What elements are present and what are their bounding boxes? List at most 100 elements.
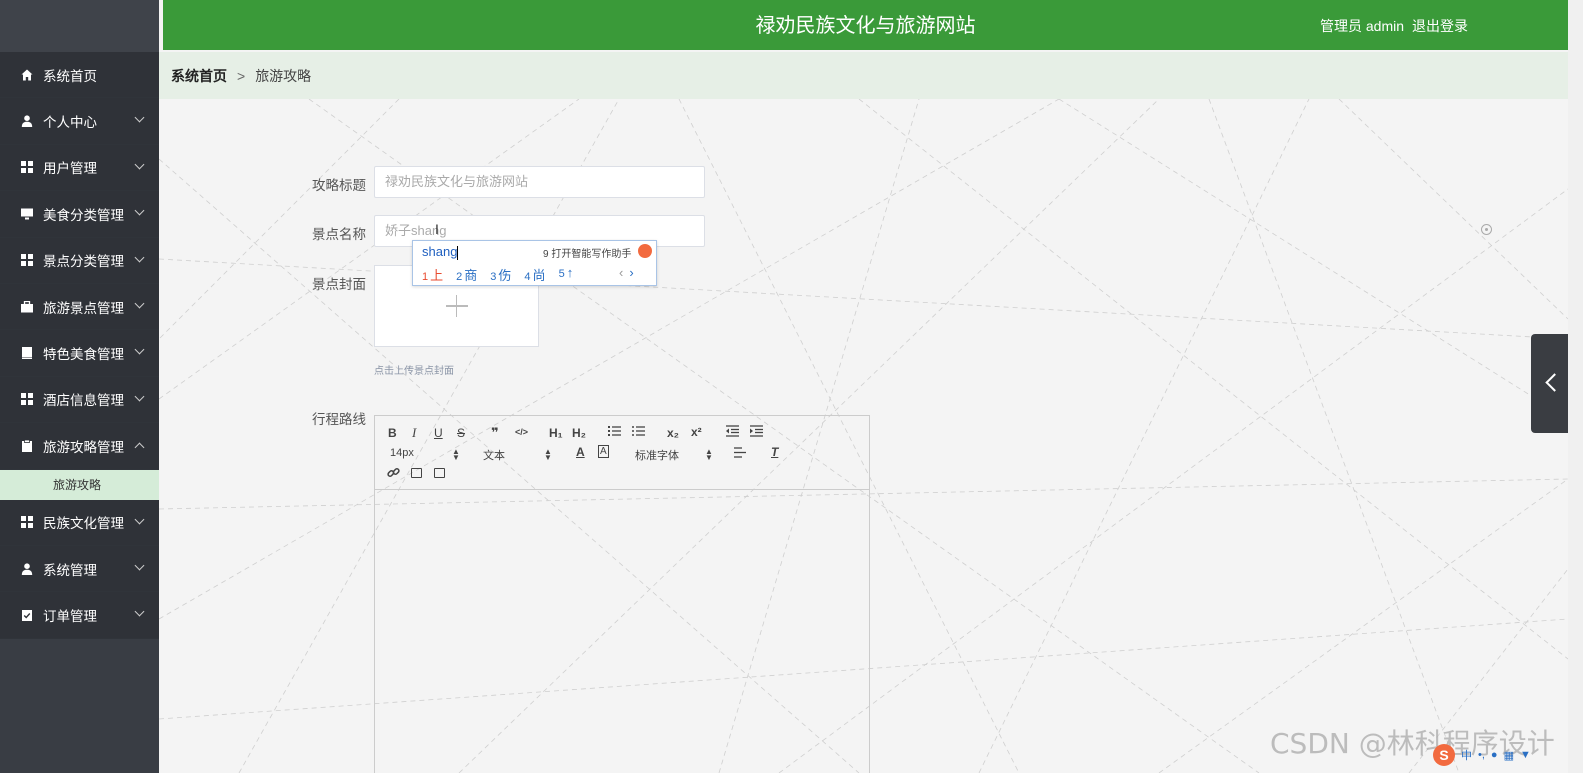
ime-tray: S 中 •, ● ▦ ▼ bbox=[1433, 744, 1531, 766]
spot-name-label: 景点名称 bbox=[312, 227, 366, 242]
underline-button[interactable]: U bbox=[434, 426, 443, 440]
sidebar-item-food-category[interactable]: 美食分类管理 bbox=[0, 191, 159, 238]
grid-icon bbox=[20, 160, 34, 174]
outdent-icon[interactable] bbox=[726, 425, 739, 440]
video-icon[interactable] bbox=[434, 468, 445, 478]
chevron-right-icon[interactable]: › bbox=[629, 265, 633, 280]
sidebar-subitem-travel-guide[interactable]: 旅游攻略 bbox=[0, 469, 159, 500]
superscript-button[interactable]: x² bbox=[691, 425, 702, 439]
sidebar-item-culture-management[interactable]: 民族文化管理 bbox=[0, 499, 159, 546]
align-icon[interactable] bbox=[734, 447, 746, 461]
ime-candidate-popup: shang 9 打开智能写作助手 1上 2商 3伤 4尚 5 ↑ ‹ › bbox=[412, 240, 657, 286]
sidebar-item-personal-center[interactable]: 个人中心 bbox=[0, 98, 159, 145]
skin-icon[interactable]: ▼ bbox=[1520, 749, 1531, 761]
ime-candidate[interactable]: 5 ↑ bbox=[559, 265, 574, 284]
ime-logo-icon bbox=[638, 244, 652, 258]
sidebar-item-label: 旅游攻略管理 bbox=[43, 439, 124, 455]
page-scrollbar[interactable] bbox=[1568, 0, 1583, 773]
font-size-select[interactable]: 14px bbox=[390, 447, 414, 459]
sidebar-item-user-management[interactable]: 用户管理 bbox=[0, 144, 159, 192]
logout-link[interactable]: 退出登录 bbox=[1412, 16, 1468, 36]
collapse-panel-button[interactable] bbox=[1531, 334, 1568, 433]
clear-format-button[interactable]: T bbox=[771, 445, 778, 459]
monitor-icon bbox=[20, 207, 34, 221]
link-icon[interactable] bbox=[387, 466, 400, 482]
select-arrows-icon: ▲ ▼ bbox=[705, 447, 713, 462]
chevron-down-icon bbox=[134, 252, 145, 263]
ime-assistant-link[interactable]: 9 打开智能写作助手 bbox=[543, 245, 631, 260]
select-arrows-icon: ▲ ▼ bbox=[544, 447, 552, 462]
sidebar-item-spot-category[interactable]: 景点分类管理 bbox=[0, 237, 159, 284]
sidebar-item-home[interactable]: 系统首页 bbox=[0, 52, 159, 99]
sidebar-item-label: 美食分类管理 bbox=[43, 207, 124, 223]
subscript-button[interactable]: x₂ bbox=[667, 426, 679, 440]
chevron-down-icon bbox=[134, 298, 145, 309]
text-color-button[interactable]: A bbox=[576, 445, 585, 459]
indent-icon[interactable] bbox=[750, 425, 763, 440]
h1-button[interactable]: H₁ bbox=[549, 426, 563, 440]
grid-icon bbox=[20, 392, 34, 406]
chevron-up-icon bbox=[134, 442, 145, 453]
breadcrumb: 系统首页 > 旅游攻略 bbox=[159, 52, 1568, 99]
text-type-select[interactable]: 文本 bbox=[483, 447, 505, 463]
sidebar-item-spot-management[interactable]: 旅游景点管理 bbox=[0, 283, 159, 331]
chevron-left-icon[interactable]: ‹ bbox=[619, 265, 623, 280]
h2-button[interactable]: H₂ bbox=[572, 426, 586, 440]
chevron-left-icon bbox=[1545, 373, 1564, 392]
sidebar-item-label: 个人中心 bbox=[43, 115, 97, 131]
chevron-down-icon bbox=[134, 205, 145, 216]
sidebar-item-label: 酒店信息管理 bbox=[43, 393, 124, 409]
top-header: 禄劝民族文化与旅游网站 管理员 admin 退出登录 bbox=[163, 0, 1568, 50]
sidebar-item-hotel-management[interactable]: 酒店信息管理 bbox=[0, 376, 159, 424]
image-icon[interactable] bbox=[411, 468, 422, 478]
breadcrumb-current: 旅游攻略 bbox=[255, 67, 312, 84]
bold-button[interactable]: B bbox=[388, 426, 397, 440]
cover-upload-hint: 点击上传景点封面 bbox=[374, 366, 454, 377]
quote-button[interactable]: ❞ bbox=[491, 425, 499, 441]
ime-candidate[interactable]: 4尚 bbox=[524, 265, 545, 284]
ime-punct-icon[interactable]: •, bbox=[1478, 749, 1485, 761]
chevron-down-icon bbox=[134, 391, 145, 402]
ime-candidate[interactable]: 3伤 bbox=[490, 265, 511, 284]
user-icon bbox=[20, 114, 34, 128]
keyboard-icon[interactable]: ▦ bbox=[1504, 749, 1514, 762]
font-family-select[interactable]: 标准字体 bbox=[635, 447, 679, 463]
ime-lang-icon[interactable]: 中 bbox=[1461, 747, 1472, 763]
sidebar-item-order-management[interactable]: 订单管理 bbox=[0, 592, 159, 639]
sidebar-item-label: 用户管理 bbox=[43, 161, 97, 177]
grid-icon bbox=[20, 253, 34, 267]
italic-button[interactable]: I bbox=[412, 425, 416, 441]
breadcrumb-home[interactable]: 系统首页 bbox=[171, 66, 227, 86]
sidebar-item-guide-management[interactable]: 旅游攻略管理 bbox=[0, 423, 159, 470]
target-icon bbox=[1481, 224, 1492, 235]
sidebar-item-label: 旅游景点管理 bbox=[43, 300, 124, 316]
strike-button[interactable]: S bbox=[457, 426, 465, 440]
route-label: 行程路线 bbox=[312, 412, 366, 427]
sidebar-item-label: 系统管理 bbox=[43, 562, 97, 578]
guide-title-input[interactable]: 禄劝民族文化与旅游网站 bbox=[374, 166, 705, 198]
code-button[interactable]: </> bbox=[515, 427, 528, 437]
ime-candidate[interactable]: 2商 bbox=[456, 265, 477, 284]
ime-page-nav[interactable]: ‹ › bbox=[619, 265, 634, 280]
text-cursor-icon: I bbox=[435, 221, 439, 237]
home-icon bbox=[20, 68, 34, 82]
sidebar-subitem-label: 旅游攻略 bbox=[53, 478, 102, 493]
microphone-icon[interactable]: ● bbox=[1491, 749, 1498, 761]
book-icon bbox=[20, 346, 34, 360]
chevron-down-icon bbox=[134, 344, 145, 355]
sidebar-item-label: 订单管理 bbox=[43, 608, 97, 624]
sidebar: 系统首页 个人中心 用户管理 美食分类管理 景点分类管理 旅游景点管理 特色美食… bbox=[0, 0, 159, 773]
user-icon bbox=[20, 562, 34, 576]
background-color-button[interactable]: A bbox=[598, 445, 609, 458]
sidebar-item-system-management[interactable]: 系统管理 bbox=[0, 545, 159, 593]
ime-candidates: 1上 2商 3伤 4尚 5 ↑ bbox=[422, 265, 586, 284]
bullet-list-icon[interactable] bbox=[632, 425, 645, 440]
select-arrows-icon: ▲ ▼ bbox=[452, 447, 460, 462]
ime-candidate[interactable]: 1上 bbox=[422, 265, 443, 284]
chevron-down-icon bbox=[134, 514, 145, 524]
ordered-list-icon[interactable] bbox=[608, 425, 621, 440]
sidebar-item-label: 系统首页 bbox=[43, 68, 97, 84]
sidebar-item-food-management[interactable]: 特色美食管理 bbox=[0, 330, 159, 377]
ime-composition-text: shang bbox=[422, 244, 458, 259]
clipboard-icon bbox=[20, 439, 34, 453]
